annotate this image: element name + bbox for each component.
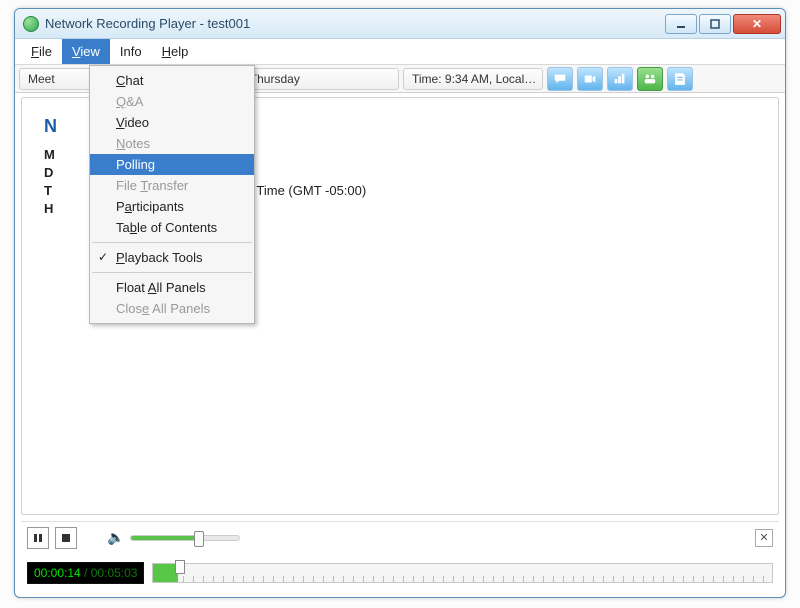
maximize-button[interactable]: [699, 14, 731, 34]
video-icon-button[interactable]: [577, 67, 603, 91]
volume-thumb[interactable]: [194, 531, 204, 547]
volume-icon[interactable]: 🔈: [107, 529, 124, 546]
menu-separator: [92, 242, 252, 243]
menu-item-notes[interactable]: Notes: [90, 133, 254, 154]
menu-item-float-all[interactable]: Float All Panels: [90, 277, 254, 298]
menu-item-participants[interactable]: Participants: [90, 196, 254, 217]
volume-fill: [131, 536, 196, 540]
participants-icon-button[interactable]: [637, 67, 663, 91]
app-icon: [23, 16, 39, 32]
timeline-bar: 00:00:14 / 00:05:03: [21, 557, 779, 589]
window-title: Network Recording Player - test001: [45, 16, 665, 31]
menu-view[interactable]: View: [62, 39, 110, 64]
player-bar: 🔈 ✕: [21, 521, 779, 553]
time-readout: 00:00:14 / 00:05:03: [27, 562, 144, 584]
app-window: Network Recording Player - test001 ✕ Fil…: [14, 8, 786, 598]
menu-item-playback-tools[interactable]: Playback Tools: [90, 247, 254, 268]
menu-separator: [92, 272, 252, 273]
chat-icon-button[interactable]: [547, 67, 573, 91]
titlebar: Network Recording Player - test001 ✕: [15, 9, 785, 39]
minimize-button[interactable]: [665, 14, 697, 34]
close-button[interactable]: ✕: [733, 14, 781, 34]
menu-item-file-transfer[interactable]: File Transfer: [90, 175, 254, 196]
menu-item-polling[interactable]: Polling: [90, 154, 254, 175]
notes-icon-button[interactable]: [667, 67, 693, 91]
menu-item-video[interactable]: Video: [90, 112, 254, 133]
menu-file[interactable]: File: [21, 39, 62, 64]
menubar: File View Info Help: [15, 39, 785, 65]
volume-slider[interactable]: [130, 535, 240, 541]
menu-item-chat[interactable]: Chat: [90, 70, 254, 91]
time-field: Time: 9:34 AM, Local…: [403, 68, 543, 90]
pause-button[interactable]: [27, 527, 49, 549]
timeline-ticks: [153, 576, 772, 582]
menu-item-close-all[interactable]: Close All Panels: [90, 298, 254, 319]
poll-icon-button[interactable]: [607, 67, 633, 91]
timeline-slider[interactable]: [152, 563, 773, 583]
view-dropdown: Chat Q&A Video Notes Polling File Transf…: [89, 65, 255, 324]
stop-button[interactable]: [55, 527, 77, 549]
menu-item-qa[interactable]: Q&A: [90, 91, 254, 112]
panel-close-button[interactable]: ✕: [755, 529, 773, 547]
menu-help[interactable]: Help: [152, 39, 199, 64]
menu-item-toc[interactable]: Table of Contents: [90, 217, 254, 238]
menu-info[interactable]: Info: [110, 39, 152, 64]
timeline-thumb[interactable]: [175, 560, 185, 574]
window-controls: ✕: [665, 14, 781, 34]
